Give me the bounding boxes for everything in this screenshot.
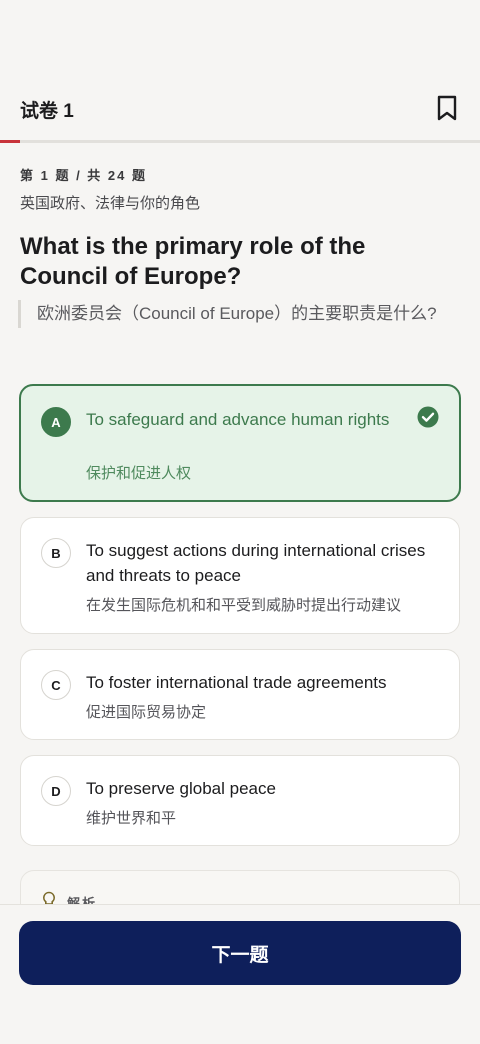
option-text-zh: 促进国际贸易协定 <box>86 704 207 721</box>
option-text-en: To safeguard and advance human rights <box>86 410 390 429</box>
option-text-en: To suggest actions during international … <box>86 541 426 585</box>
progress-bar <box>0 140 480 143</box>
option-c[interactable]: C To foster international trade agreemen… <box>20 649 460 740</box>
option-text-zh: 维护世界和平 <box>86 810 177 827</box>
option-text-en: To preserve global peace <box>86 779 276 798</box>
footer-bar: 下一题 <box>0 904 480 1044</box>
bookmark-icon[interactable] <box>434 94 460 122</box>
option-text-zh: 保护和促进人权 <box>86 465 192 482</box>
next-question-button[interactable]: 下一题 <box>19 921 461 985</box>
option-d[interactable]: D To preserve global peace 维护世界和平 <box>20 755 460 846</box>
option-text-zh: 在发生国际危机和和平受到威胁时提出行动建议 <box>86 597 402 614</box>
option-letter-badge: C <box>41 670 71 700</box>
option-a[interactable]: A To safeguard and advance human rights … <box>19 384 461 502</box>
app-header: 试卷 1 <box>0 0 480 140</box>
question-text: What is the primary role of the Council … <box>20 233 366 290</box>
option-letter-badge: B <box>41 538 71 568</box>
page-title: 试卷 1 <box>20 101 74 122</box>
option-text-en: To foster international trade agreements <box>86 673 387 692</box>
check-circle-icon <box>417 406 439 428</box>
progress-fill <box>0 140 21 143</box>
option-letter-badge: D <box>41 776 71 806</box>
option-letter-badge: A <box>41 407 71 437</box>
question-category: 英国政府、法律与你的角色 <box>20 195 201 212</box>
question-translation: 欧洲委员会（Council of Europe）的主要职责是什么? <box>18 300 458 328</box>
question-counter: 第 1 题 / 共 24 题 <box>20 168 147 183</box>
option-b[interactable]: B To suggest actions during internationa… <box>20 517 460 634</box>
